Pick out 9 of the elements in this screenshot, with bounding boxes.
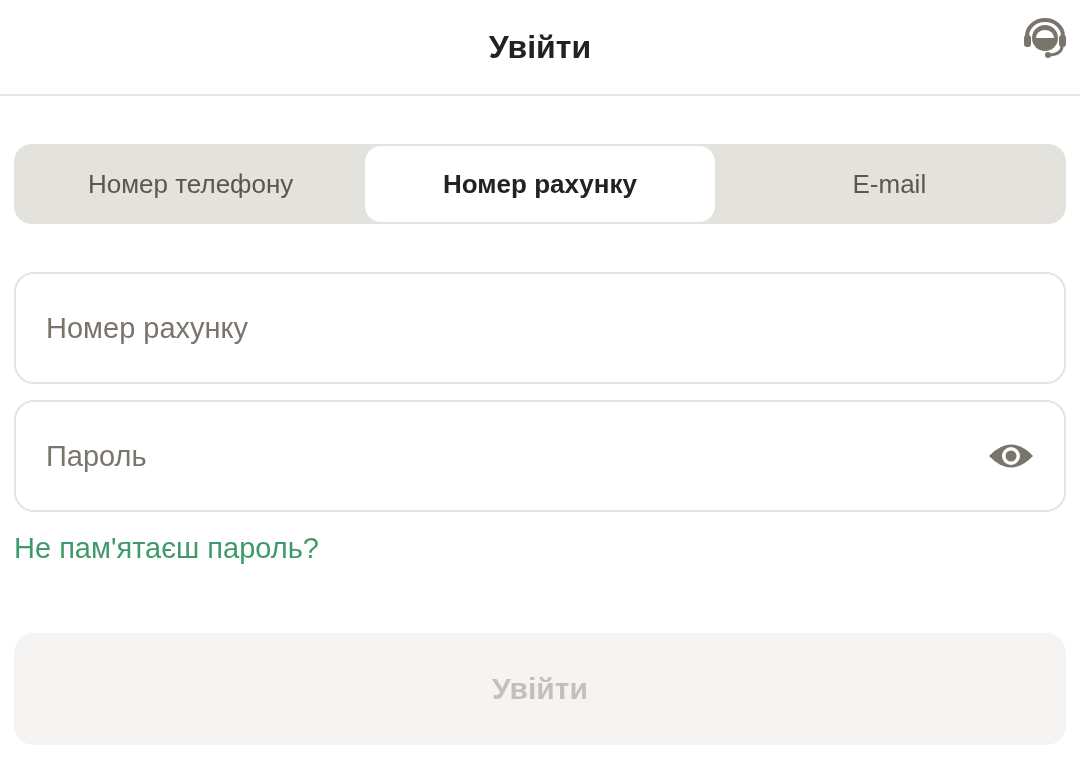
tab[interactable]: E-mail xyxy=(714,146,1064,222)
forgot-password-link[interactable]: Не пам'ятаєш пароль? xyxy=(14,532,319,565)
support-button[interactable] xyxy=(1022,18,1068,58)
headset-icon xyxy=(1022,18,1068,58)
tab[interactable]: Номер телефону xyxy=(16,146,366,222)
window-title: Увійти xyxy=(488,28,592,66)
password-field[interactable]: Пароль xyxy=(14,400,1066,512)
tab[interactable]: Номер рахунку xyxy=(365,146,715,222)
input-field[interactable]: Номер рахунку xyxy=(14,272,1066,384)
